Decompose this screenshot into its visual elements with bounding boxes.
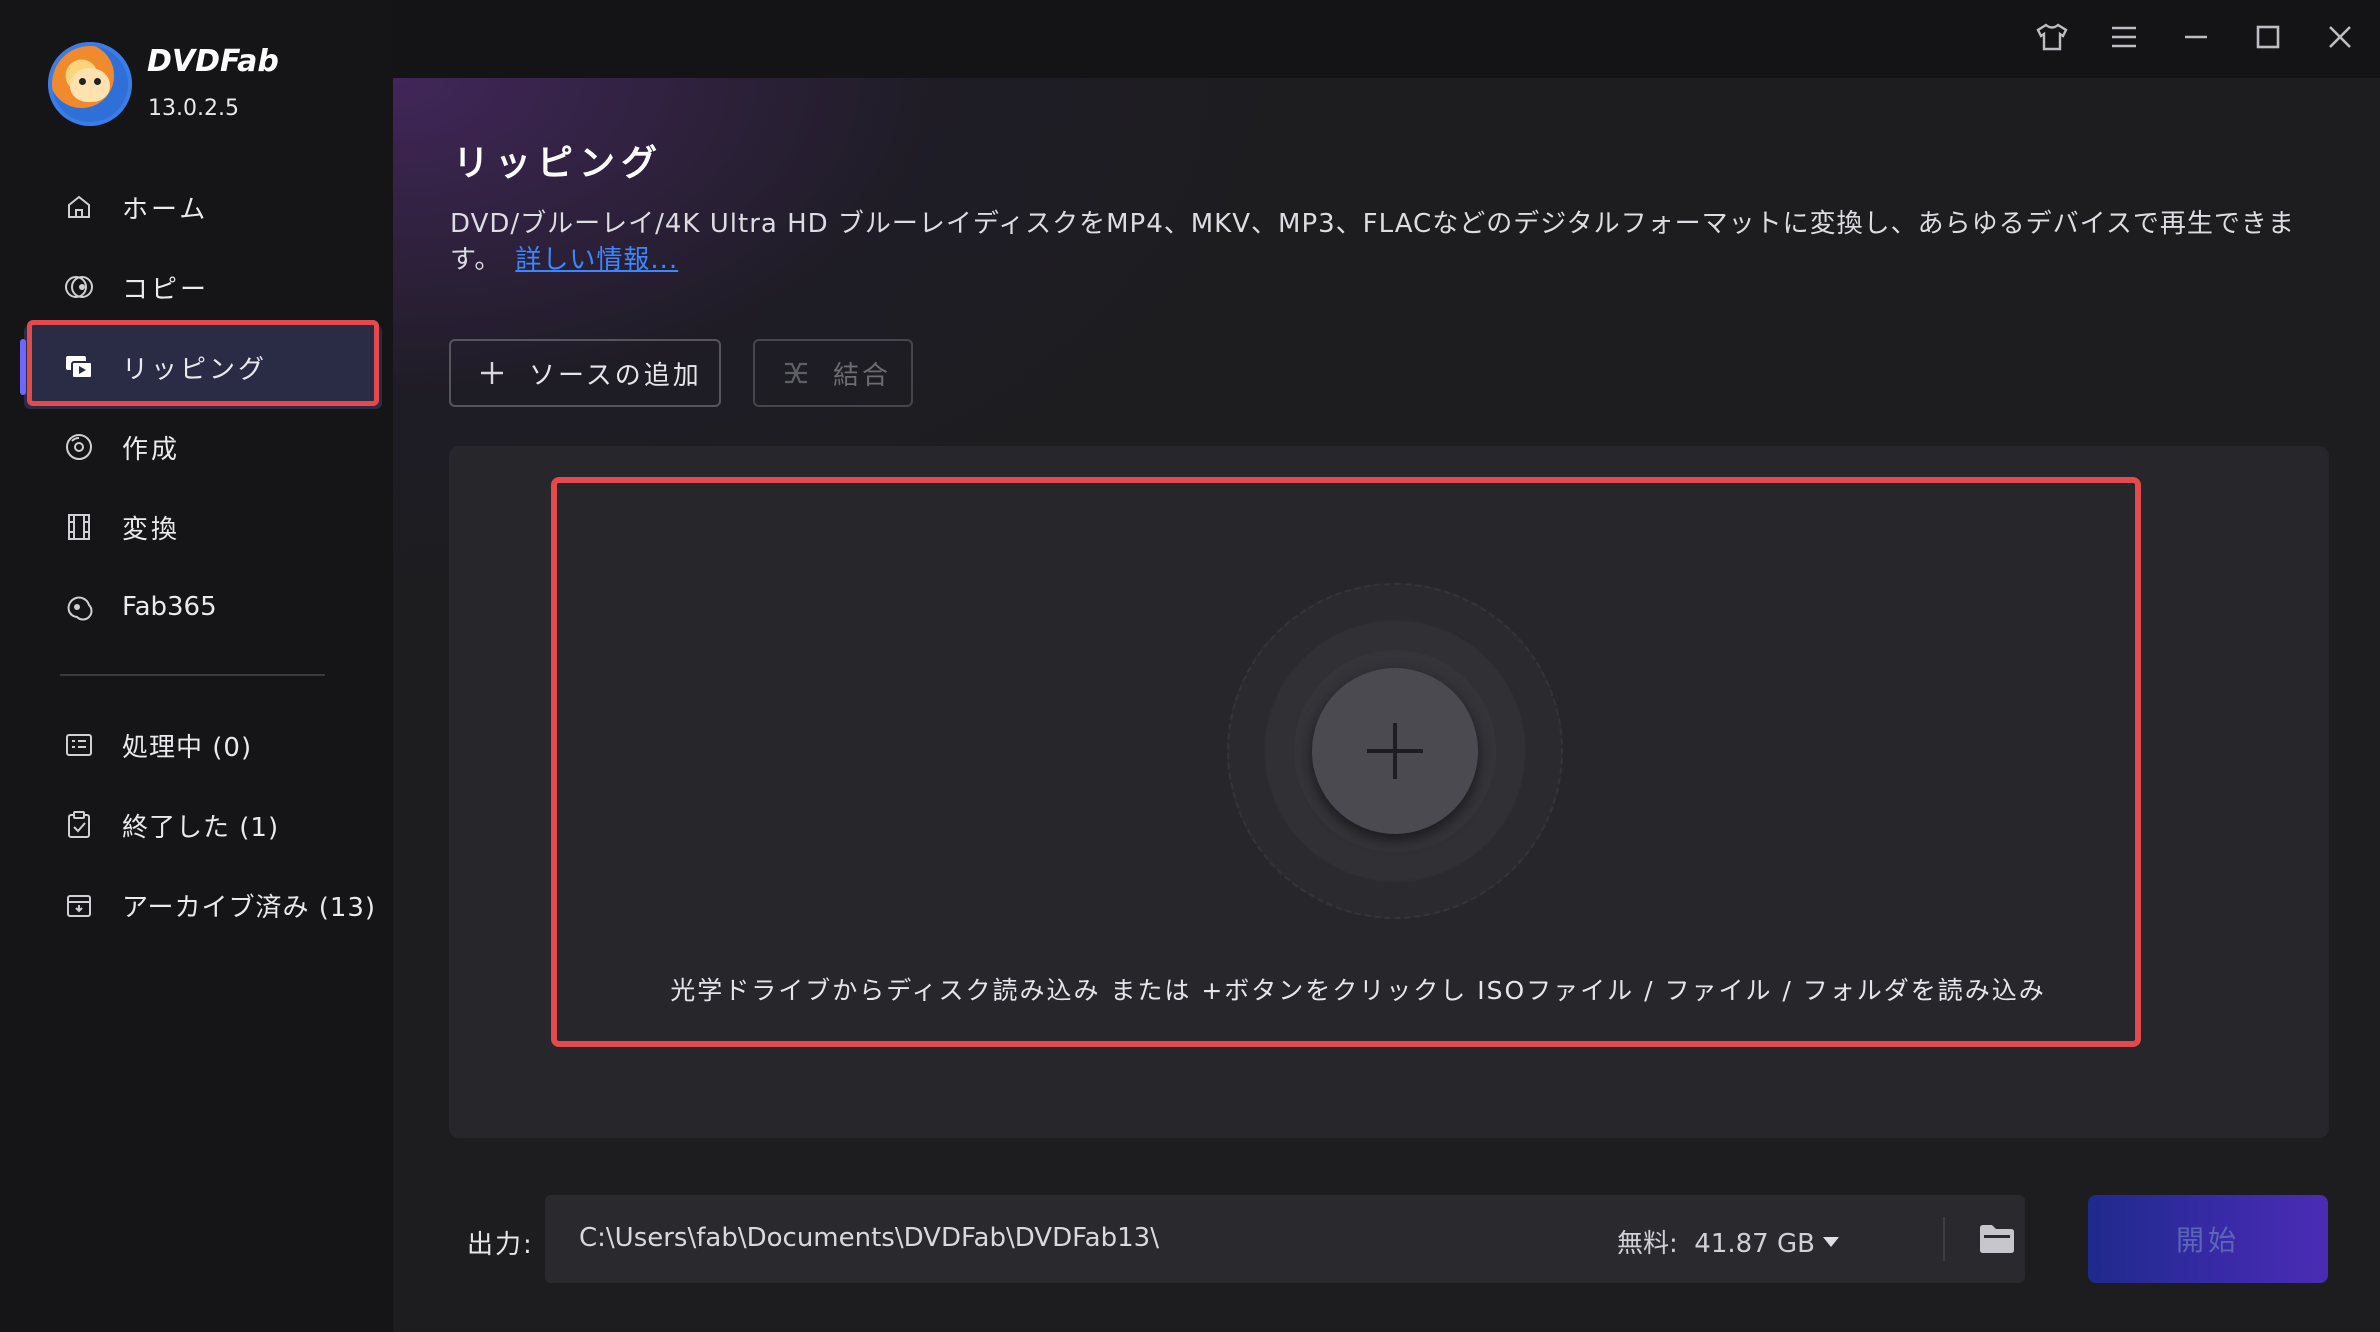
minimize-icon[interactable]: [2173, 14, 2219, 60]
maximize-icon[interactable]: [2245, 14, 2291, 60]
processing-list-icon: [62, 728, 96, 762]
output-path-bar[interactable]: C:\Users\fab\Documents\DVDFab\DVDFab13\ …: [545, 1195, 2025, 1283]
sidebar-item-label: 変換: [122, 514, 181, 545]
output-path[interactable]: C:\Users\fab\Documents\DVDFab\DVDFab13\: [579, 1223, 1159, 1253]
app-name: DVDFab: [147, 44, 279, 79]
sidebar-item-label: リッピング: [122, 354, 268, 385]
page-title: リッピング: [453, 143, 664, 184]
main-content: リッピング DVD/ブルーレイ/4K Ultra HD ブルーレイディスクをMP…: [393, 78, 2380, 1332]
output-label: 出力:: [467, 1230, 534, 1260]
page-description: DVD/ブルーレイ/4K Ultra HD ブルーレイディスクをMP4、MKV、…: [450, 206, 2320, 278]
dvdfab-logo-icon: [48, 42, 132, 126]
sidebar-item-home[interactable]: ホーム: [24, 165, 382, 249]
add-source-ring-inner: [1294, 650, 1496, 852]
drop-zone[interactable]: 光学ドライブからディスク読み込み または +ボタンをクリックし ISOファイル …: [551, 477, 2141, 1047]
sidebar: DVDFab 13.0.2.5 ホーム コピー リッピング 作成 変換 Fab3…: [0, 0, 393, 1332]
close-icon[interactable]: [2317, 14, 2363, 60]
menu-icon[interactable]: [2101, 14, 2147, 60]
sidebar-item-creator[interactable]: 作成: [24, 405, 382, 489]
shirt-icon[interactable]: [2029, 14, 2075, 60]
add-source-ring: [1227, 583, 1563, 919]
chevron-down-icon: [1822, 1236, 1839, 1247]
start-button[interactable]: 開始: [2088, 1195, 2328, 1283]
sidebar-item-finished[interactable]: 終了した (1): [24, 783, 382, 867]
app-window: DVDFab 13.0.2.5 ホーム コピー リッピング 作成 変換 Fab3…: [0, 0, 2380, 1332]
add-source-plus-button[interactable]: [1312, 668, 1478, 834]
sidebar-item-fab365[interactable]: Fab365: [24, 565, 382, 649]
sidebar-item-ripper[interactable]: リッピング: [20, 325, 382, 409]
sidebar-item-archived[interactable]: アーカイブ済み (13): [24, 863, 382, 947]
sidebar-item-converter[interactable]: 変換: [24, 485, 382, 569]
sidebar-item-label: 終了した (1): [122, 812, 280, 843]
sidebar-item-label: 処理中 (0): [122, 732, 253, 763]
sidebar-item-processing[interactable]: 処理中 (0): [24, 703, 382, 787]
film-icon: [62, 510, 96, 544]
sidebar-item-label: コピー: [122, 274, 210, 305]
sidebar-item-label: ホーム: [122, 194, 209, 225]
merge-icon: [781, 358, 811, 388]
creator-disc-icon: [62, 430, 96, 464]
plus-icon: [477, 358, 507, 388]
free-space-dropdown[interactable]: 無料: 41.87 GB: [1617, 1223, 1839, 1260]
large-plus-icon: [1367, 723, 1423, 779]
home-icon: [62, 190, 96, 224]
drop-hint-text: 光学ドライブからディスク読み込み または +ボタンをクリックし ISOファイル …: [670, 976, 2046, 1005]
more-info-link[interactable]: 詳しい情報...: [515, 245, 678, 275]
free-space-value: 無料: 41.87 GB: [1617, 1229, 1815, 1259]
fab365-icon: [62, 590, 96, 624]
sidebar-divider: [60, 674, 325, 676]
ripper-icon: [62, 350, 96, 384]
sidebar-item-label: Fab365: [122, 592, 217, 622]
copy-disc-icon: [62, 270, 96, 304]
sidebar-item-label: アーカイブ済み (13): [122, 892, 377, 923]
finished-clipboard-icon: [62, 808, 96, 842]
sidebar-item-label: 作成: [122, 434, 181, 465]
archive-box-icon: [62, 888, 96, 922]
source-drop-panel: 光学ドライブからディスク読み込み または +ボタンをクリックし ISOファイル …: [449, 446, 2329, 1138]
output-divider: [1943, 1217, 1945, 1261]
merge-button[interactable]: 結合: [753, 339, 913, 407]
merge-label: 結合: [833, 360, 892, 391]
add-source-label: ソースの追加: [529, 360, 702, 391]
title-bar: [393, 0, 2380, 78]
app-version: 13.0.2.5: [148, 96, 239, 121]
description-text: DVD/ブルーレイ/4K Ultra HD ブルーレイディスクをMP4、MKV、…: [450, 209, 2295, 275]
sidebar-item-copy[interactable]: コピー: [24, 245, 382, 329]
folder-icon[interactable]: [1975, 1217, 2019, 1261]
add-source-button[interactable]: ソースの追加: [449, 339, 721, 407]
